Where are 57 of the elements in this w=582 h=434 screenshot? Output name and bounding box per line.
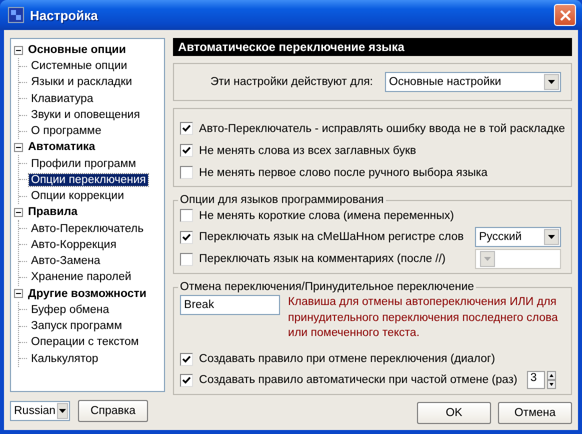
applies-to-label: Эти настройки действуют для:: [210, 76, 373, 88]
group-title: Опции для языков программирования: [179, 194, 385, 206]
checkbox-label: Авто-Переключатель - исправлять ошибку ввода не в той раскладке: [199, 122, 565, 134]
tree-item[interactable]: О программе: [29, 125, 104, 138]
checkbox-label: Переключать язык на комментариях (после //): [199, 253, 446, 265]
checkbox-label: Переключать язык на сМеШаНном регистре слов: [199, 231, 464, 243]
checkbox[interactable]: [180, 374, 194, 387]
tree-item[interactable]: Хранение паролей: [29, 271, 134, 284]
tree-item[interactable]: Авто-Коррекция: [29, 238, 118, 251]
checkbox-label: Не менять первое слово после ручного выбора языка: [199, 166, 488, 178]
close-button[interactable]: [554, 4, 576, 26]
tree-item[interactable]: Авто-Переключатель: [29, 222, 146, 235]
checkbox[interactable]: [180, 144, 194, 157]
checkbox-label: Создавать правило автоматически при частой отмене (раз): [199, 374, 518, 386]
tree-item[interactable]: Опции переключения: [29, 174, 148, 186]
language-select[interactable]: Русский: [475, 227, 561, 247]
help-button[interactable]: Справка: [78, 400, 148, 422]
checkbox[interactable]: [180, 209, 194, 222]
checkbox[interactable]: [180, 122, 194, 135]
collapse-icon[interactable]: [14, 289, 23, 298]
language-select[interactable]: Russian: [10, 401, 70, 421]
tree-item[interactable]: Клавиатура: [29, 92, 96, 105]
checkbox-label: Создавать правило при отмене переключения (диалог): [199, 353, 496, 366]
checkbox[interactable]: [180, 352, 194, 366]
app-icon: [8, 7, 24, 23]
tree-item[interactable]: Звуки и оповещения: [29, 109, 142, 122]
collapse-icon[interactable]: [14, 46, 23, 54]
window-title: Настройка: [30, 8, 99, 22]
checkbox[interactable]: [180, 252, 194, 266]
tree-item[interactable]: Опции коррекции: [29, 190, 126, 202]
collapse-icon[interactable]: [14, 142, 23, 152]
tree-item[interactable]: Операции с текстом: [29, 336, 141, 348]
checkbox-label: Не менять короткие слова (имена переменных): [199, 210, 454, 222]
checkbox[interactable]: [180, 166, 194, 179]
tree-item[interactable]: Авто-Замена: [29, 255, 102, 268]
tree-item[interactable]: Правила: [26, 206, 80, 218]
tree-item[interactable]: Калькулятор: [29, 352, 100, 365]
tree-item[interactable]: Буфер обмена: [29, 304, 112, 316]
close-icon: [560, 10, 570, 20]
profile-select[interactable]: Основные настройки: [385, 72, 561, 92]
checkbox[interactable]: [180, 230, 194, 244]
tree-item[interactable]: Языки и раскладки: [29, 76, 134, 88]
checkbox-label: Не менять слова из всех заглавных букв: [199, 144, 416, 156]
hotkey-hint: Клавиша для отмены автопереключения ИЛИ для принудительного переключения последнего слова или помеченного текста.: [288, 295, 559, 342]
tree-item[interactable]: Основные опции: [26, 44, 128, 56]
tree-item[interactable]: Запуск программ: [29, 320, 124, 332]
section-header: Автоматическое переключение языка: [173, 38, 572, 56]
tree-item[interactable]: Другие возможности: [26, 288, 148, 300]
spinner-arrows-icon: [547, 371, 556, 390]
collapse-icon[interactable]: [14, 208, 23, 217]
dialog-button[interactable]: OK: [417, 402, 491, 424]
tree-item[interactable]: Автоматика: [26, 141, 98, 154]
tree-item[interactable]: Системные опции: [29, 60, 130, 72]
group-title: Отмена переключения/Принудительное переключение: [179, 281, 476, 293]
dialog-button[interactable]: Отмена: [498, 402, 572, 424]
tree-item[interactable]: Профили программ: [29, 158, 138, 170]
hotkey-field[interactable]: Break: [180, 295, 280, 315]
